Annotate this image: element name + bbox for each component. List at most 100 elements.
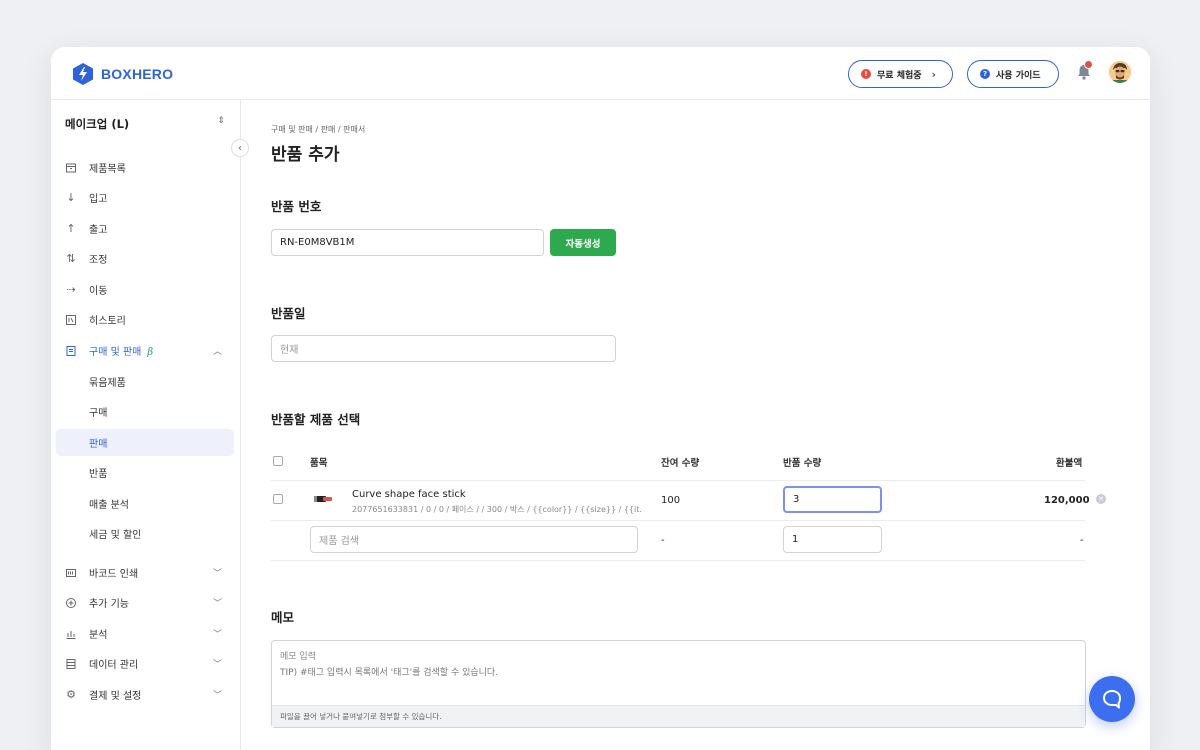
sidebar-item-label: 제품목록 (89, 164, 126, 175)
memo-tip: TIP) #태그 입력시 목록에서 '태그'를 검색할 수 있습니다. (280, 668, 499, 678)
sidebar-item-stock-in[interactable]: ↓ 입고 (56, 184, 234, 211)
divider (271, 480, 1085, 481)
logo-text: BOXHERO (101, 66, 174, 82)
top-bar: BOXHERO ! 무료 체험중 › ? 사용 가이드 (51, 47, 1150, 100)
sidebar-item-label: 바코드 인쇄 (89, 569, 139, 580)
product-search-input[interactable]: 제품 검색 (310, 526, 638, 553)
beta-badge: β (147, 347, 154, 358)
document-icon (65, 345, 77, 357)
avatar[interactable] (1109, 61, 1131, 83)
page-title: 반품 추가 (271, 145, 340, 165)
memo-attachment-hint: 파일을 끌어 넣거나 붙여넣기로 첨부할 수 있습니다. (272, 705, 1085, 727)
sidebar-item-label: 세금 및 할인 (89, 530, 142, 541)
sidebar-item-bundles[interactable]: 묶음제품 (56, 368, 234, 395)
chart-icon (65, 628, 77, 640)
main-content: 구매 및 판매 / 판매 / 판매서 반품 추가 반품 번호 RN-E0M8VB… (242, 100, 1150, 750)
refund-amount: 120,000 (1044, 495, 1090, 506)
memo-label: 메모 (271, 610, 295, 625)
product-name: Curve shape face stick (352, 489, 466, 500)
sidebar-item-label: 매출 분석 (89, 500, 129, 511)
remaining-qty: 100 (661, 495, 681, 506)
return-qty-input[interactable]: 1 (783, 526, 882, 553)
workspace-name: 메이크업 (L) (65, 117, 130, 131)
sidebar-item-move[interactable]: ⇢ 이동 (56, 276, 234, 303)
help-icon: ? (980, 69, 990, 79)
chevron-right-icon: › (931, 67, 937, 81)
column-header-item: 품목 (310, 458, 328, 469)
sidebar-item-label: 묶음제품 (89, 378, 126, 389)
chevron-up-icon: ︿ (212, 347, 222, 357)
chat-bubble-icon (1103, 690, 1121, 709)
move-icon: ⇢ (66, 283, 76, 296)
sidebar-item-label: 데이터 관리 (89, 660, 139, 671)
sidebar-item-label: 추가 기능 (89, 599, 129, 610)
sidebar-item-barcode-print[interactable]: 바코드 인쇄 ﹀ (56, 559, 234, 586)
column-header-refund: 환불액 (1056, 458, 1083, 469)
user-guide-button[interactable]: ? 사용 가이드 (967, 60, 1059, 88)
sidebar-item-label: 이동 (89, 286, 108, 297)
sidebar-item-data-management[interactable]: 데이터 관리 ﹀ (56, 650, 234, 677)
alert-icon: ! (861, 69, 871, 79)
return-date-input[interactable]: 현재 (271, 335, 616, 362)
sidebar-item-tax-discount[interactable]: 세금 및 할인 (56, 520, 234, 547)
sidebar-item-label: 구매 (89, 408, 108, 419)
sidebar-item-adjust[interactable]: ⇅ 조정 (56, 245, 234, 272)
auto-generate-button[interactable]: 자동생성 (550, 229, 616, 256)
breadcrumb: 구매 및 판매 / 판매 / 판매서 (271, 125, 366, 134)
sidebar-item-billing-settings[interactable]: ⚙ 결제 및 설정 ﹀ (56, 681, 234, 708)
sidebar-item-returns[interactable]: 반품 (56, 459, 234, 486)
sidebar-item-stock-out[interactable]: ↑ 출고 (56, 215, 234, 242)
barcode-icon (65, 567, 77, 579)
sidebar-item-analysis[interactable]: 분석 ﹀ (56, 620, 234, 647)
boxhero-logo-icon (73, 63, 93, 85)
free-trial-button[interactable]: ! 무료 체험중 › (848, 60, 953, 88)
refund-amount: - (1080, 535, 1084, 546)
chevron-down-icon: ﹀ (212, 660, 222, 670)
sidebar-item-purchase[interactable]: 구매 (56, 398, 234, 425)
sidebar-item-purchase-sales[interactable]: 구매 및 판매 β ︿ (56, 337, 234, 364)
logo[interactable]: BOXHERO (71, 62, 173, 86)
history-icon (65, 314, 77, 326)
column-header-remaining: 잔여 수량 (661, 458, 700, 469)
sidebar-item-label: 출고 (89, 225, 108, 236)
product-detail: 2077651633831 / 0 / 0 / 페이스 / / 300 / 박스… (352, 505, 642, 514)
chevron-down-icon: ﹀ (212, 599, 222, 609)
sidebar-item-history[interactable]: 히스토리 (56, 306, 234, 333)
swap-icon: ⇅ (66, 252, 76, 265)
sidebar-item-add-features[interactable]: 추가 기능 ﹀ (56, 589, 234, 616)
sidebar-item-products[interactable]: 제품목록 (56, 154, 234, 181)
product-thumbnail (314, 496, 332, 502)
select-all-checkbox[interactable] (273, 456, 283, 466)
user-guide-label: 사용 가이드 (996, 70, 1041, 81)
notification-badge (1084, 60, 1093, 69)
plus-circle-icon (65, 597, 77, 609)
box-icon (65, 162, 77, 174)
sidebar-item-label: 히스토리 (89, 316, 126, 327)
workspace-selector[interactable]: 메이크업 (L) ⇕ (65, 116, 225, 132)
sidebar-item-label: 반품 (89, 469, 108, 480)
divider (271, 520, 1085, 521)
divider (271, 560, 1085, 561)
memo-textarea[interactable]: 메모 입력 TIP) #태그 입력시 목록에서 '태그'를 검색할 수 있습니다… (271, 640, 1086, 728)
products-section-label: 반품할 제품 선택 (271, 412, 361, 427)
row-checkbox[interactable] (273, 494, 283, 504)
return-number-input[interactable]: RN-E0M8VB1M (271, 229, 544, 256)
collapse-sidebar-button[interactable]: ‹ (231, 139, 249, 157)
column-header-return-qty: 반품 수량 (783, 458, 822, 469)
sidebar-item-sales-analysis[interactable]: 매출 분석 (56, 490, 234, 517)
sidebar: 메이크업 (L) ⇕ 제품목록 ↓ 입고 ↑ 출고 ⇅ 조정 ⇢ 이동 히스토리… (51, 100, 241, 750)
chat-support-button[interactable] (1089, 676, 1135, 722)
return-date-label: 반품일 (271, 306, 306, 321)
chevron-down-icon: ﹀ (212, 569, 222, 579)
sidebar-item-sales[interactable]: 판매 (56, 429, 234, 456)
arrow-down-icon: ↓ (66, 191, 76, 204)
return-qty-input[interactable]: 3 (783, 486, 882, 513)
sidebar-item-label: 결제 및 설정 (89, 691, 142, 702)
remove-row-icon[interactable]: ✕ (1096, 494, 1106, 504)
sidebar-item-label: 구매 및 판매 β (89, 347, 154, 358)
avatar-icon (1109, 61, 1131, 83)
sidebar-item-label: 조정 (89, 255, 108, 266)
sidebar-item-label: 분석 (89, 630, 108, 641)
return-number-label: 반품 번호 (271, 199, 322, 214)
chevron-down-icon: ﹀ (212, 630, 222, 640)
